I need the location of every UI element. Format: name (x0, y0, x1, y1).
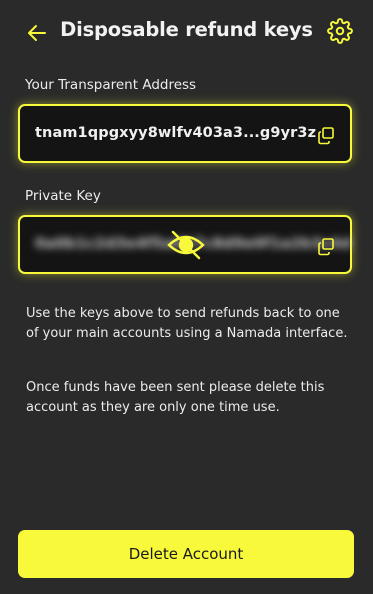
gear-icon (327, 18, 353, 44)
settings-button[interactable] (327, 18, 353, 44)
copy-icon (318, 127, 334, 145)
copy-icon (318, 238, 334, 256)
transparent-address-field: tnam1qpgxyy8wlfv403a3...g9yr3z (18, 104, 352, 163)
copy-address-button[interactable] (316, 125, 336, 145)
arrow-left-icon (28, 25, 46, 41)
private-key-field: 0a0b1c2d3e4f5a6b7c8d9e0f1a2b3c4d (18, 215, 352, 274)
delete-account-button[interactable]: Delete Account (18, 530, 354, 578)
header: Disposable refund keys (0, 0, 373, 66)
page-title: Disposable refund keys (60, 18, 313, 41)
back-button[interactable] (24, 20, 50, 46)
transparent-address-label: Your Transparent Address (25, 77, 197, 93)
instruction-text-refund: Use the keys above to send refunds back … (26, 306, 348, 341)
reveal-key-button[interactable] (166, 227, 206, 263)
private-key-label: Private Key (25, 188, 101, 204)
instruction-text-delete: Once funds have been sent please delete … (26, 380, 325, 415)
eye-slash-icon (167, 230, 205, 260)
copy-key-button[interactable] (316, 236, 336, 256)
transparent-address-value: tnam1qpgxyy8wlfv403a3...g9yr3z (35, 125, 317, 141)
